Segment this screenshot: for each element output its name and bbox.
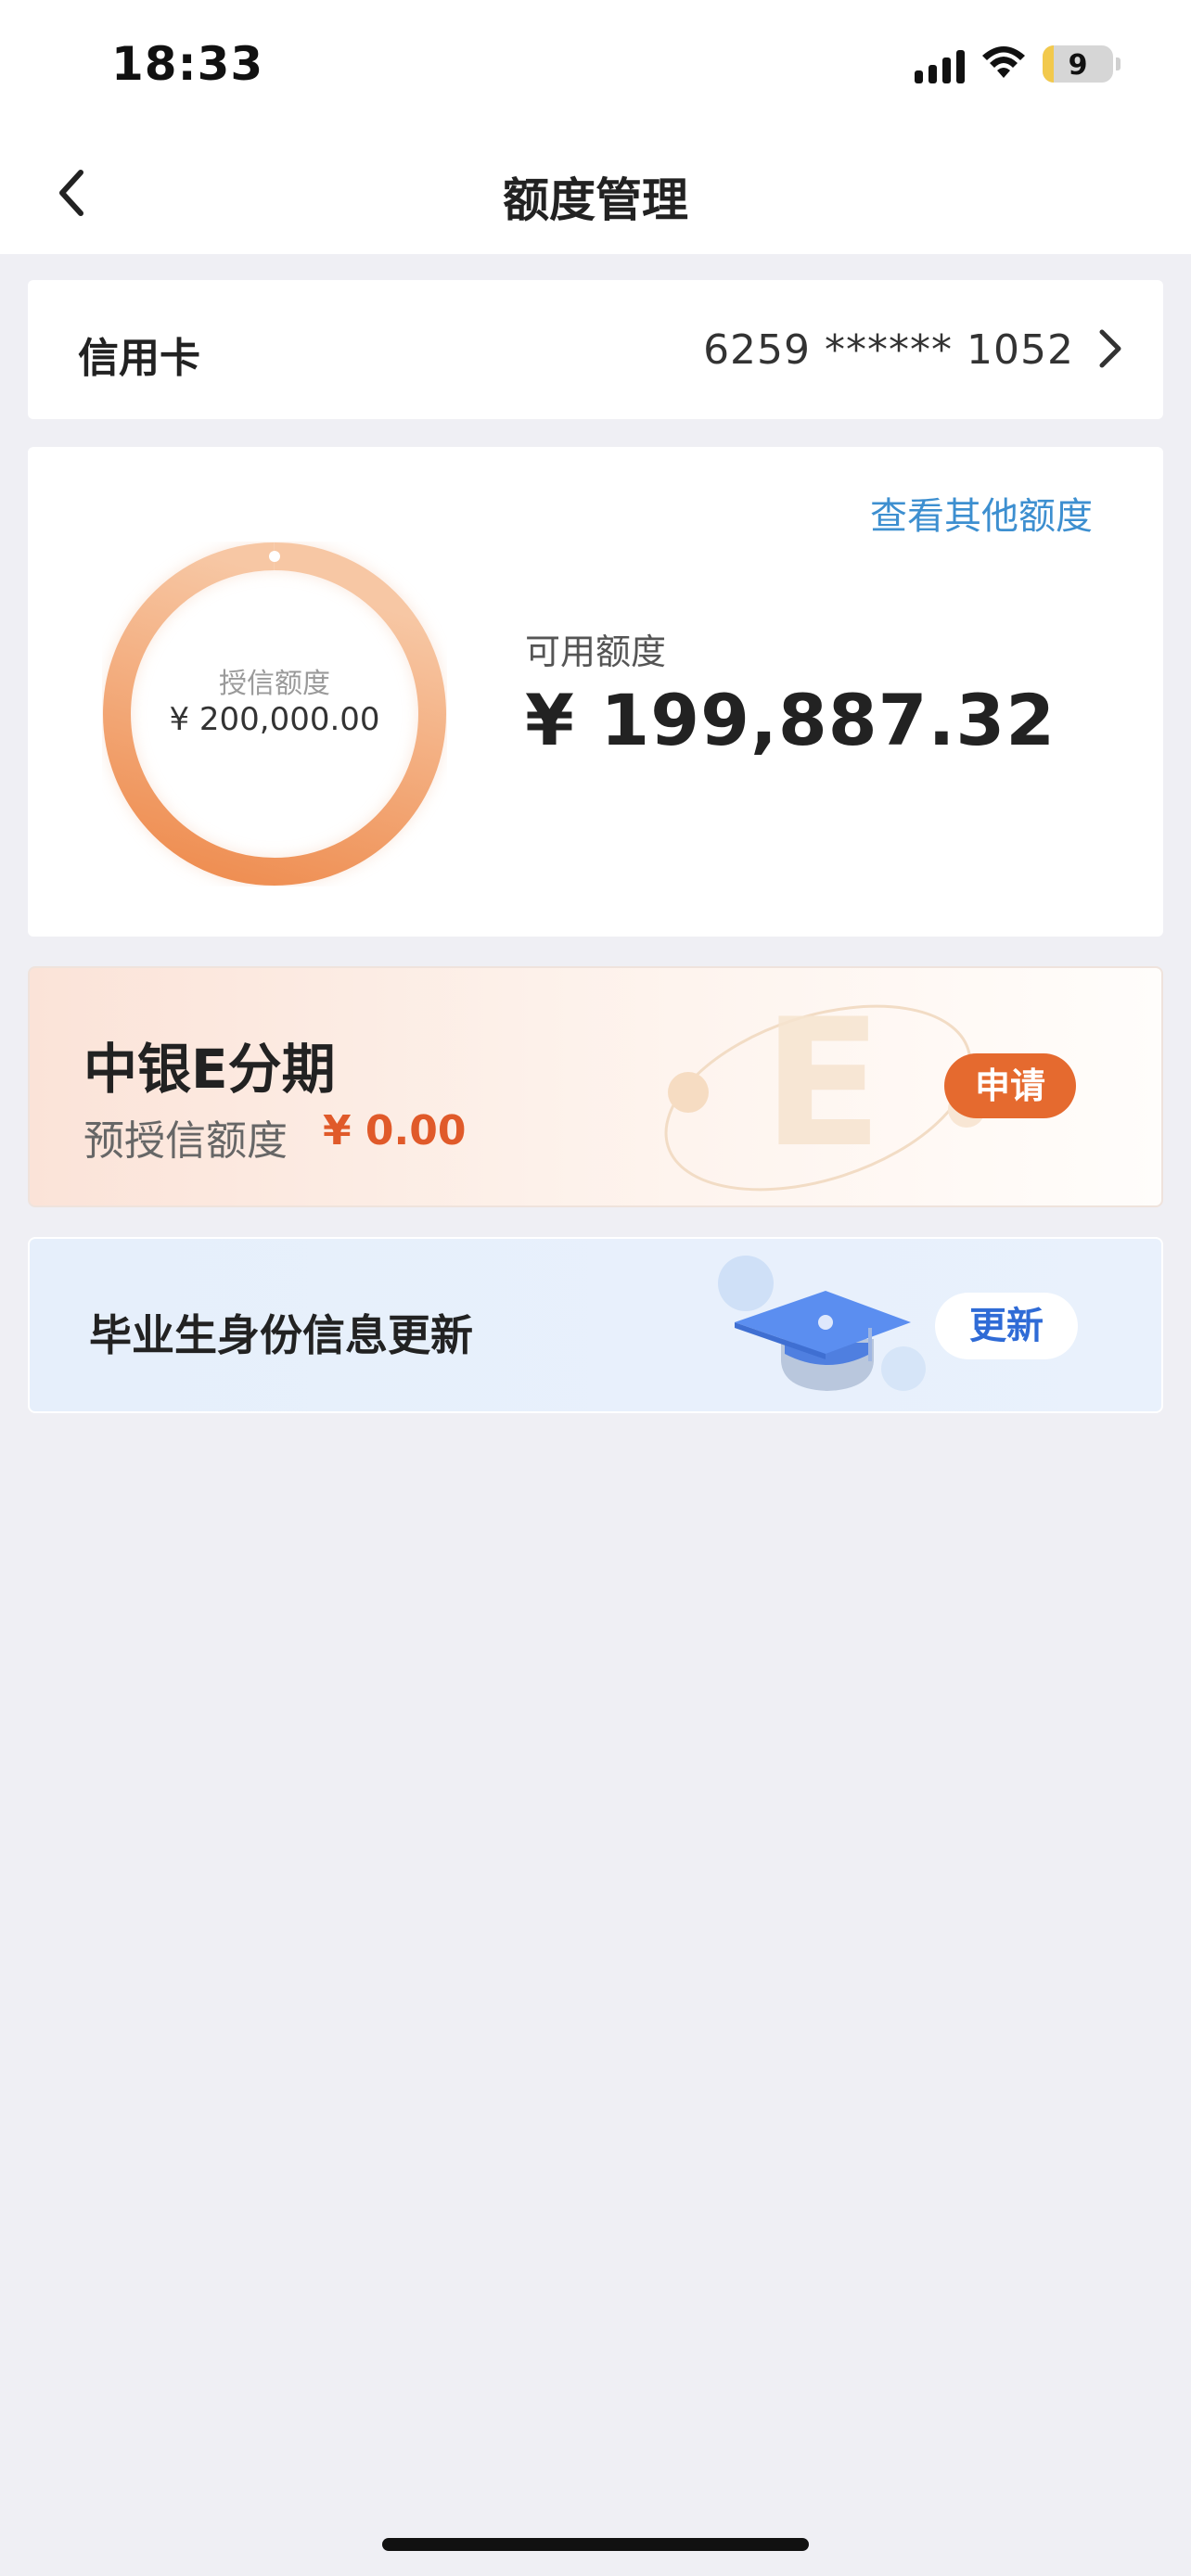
chevron-right-icon xyxy=(1099,329,1121,368)
graduation-cap-icon xyxy=(718,1256,926,1391)
header: 18:33 9 额度管理 xyxy=(0,0,1191,254)
ring-marker xyxy=(269,551,280,562)
status-time: 18:33 xyxy=(111,37,264,91)
credit-card-row[interactable]: 信用卡 6259 ****** 1052 xyxy=(28,280,1163,419)
home-indicator xyxy=(382,2538,809,2551)
status-icons: 9 xyxy=(915,45,1121,83)
battery-level: 9 xyxy=(1068,49,1088,82)
page: 18:33 9 额度管理 信用卡 6259 ****** 1052 查看其他额度… xyxy=(0,0,1191,2576)
installment-title: 中银E分期 xyxy=(83,1038,336,1101)
view-other-limits-link[interactable]: 查看其他额度 xyxy=(870,486,1093,540)
credit-limit-ring: 授信额度 ¥ 200,000.00 xyxy=(102,542,447,886)
available-limit-amount: ¥ 199,887.32 xyxy=(525,679,1057,761)
signal-icon xyxy=(915,45,965,83)
graduate-update-title: 毕业生身份信息更新 xyxy=(89,1310,473,1360)
credit-limit-amount: ¥ 200,000.00 xyxy=(169,701,380,738)
graduate-update-card[interactable]: 毕业生身份信息更新 更新 xyxy=(28,1237,1163,1413)
battery-icon: 9 xyxy=(1043,45,1121,83)
pre-credit-label: 预授信额度 xyxy=(83,1117,288,1165)
svg-text:E: E xyxy=(762,981,883,1186)
wifi-icon xyxy=(982,46,1025,78)
credit-card-label: 信用卡 xyxy=(78,335,200,382)
card-number: 6259 ****** 1052 xyxy=(703,326,1074,374)
update-button[interactable]: 更新 xyxy=(935,1293,1078,1359)
pre-credit-amount: ¥ 0.00 xyxy=(323,1107,467,1154)
credit-limit-caption: 授信额度 xyxy=(219,668,330,700)
page-title: 额度管理 xyxy=(503,173,688,227)
available-limit-label: 可用额度 xyxy=(525,631,667,672)
e-installment-card[interactable]: E 中银E分期 预授信额度 ¥ 0.00 申请 xyxy=(28,966,1163,1207)
apply-button[interactable]: 申请 xyxy=(944,1053,1076,1118)
limit-card: 查看其他额度 授信额度 ¥ 200,000.00 可用额度 ¥ 199,887.… xyxy=(28,447,1163,937)
